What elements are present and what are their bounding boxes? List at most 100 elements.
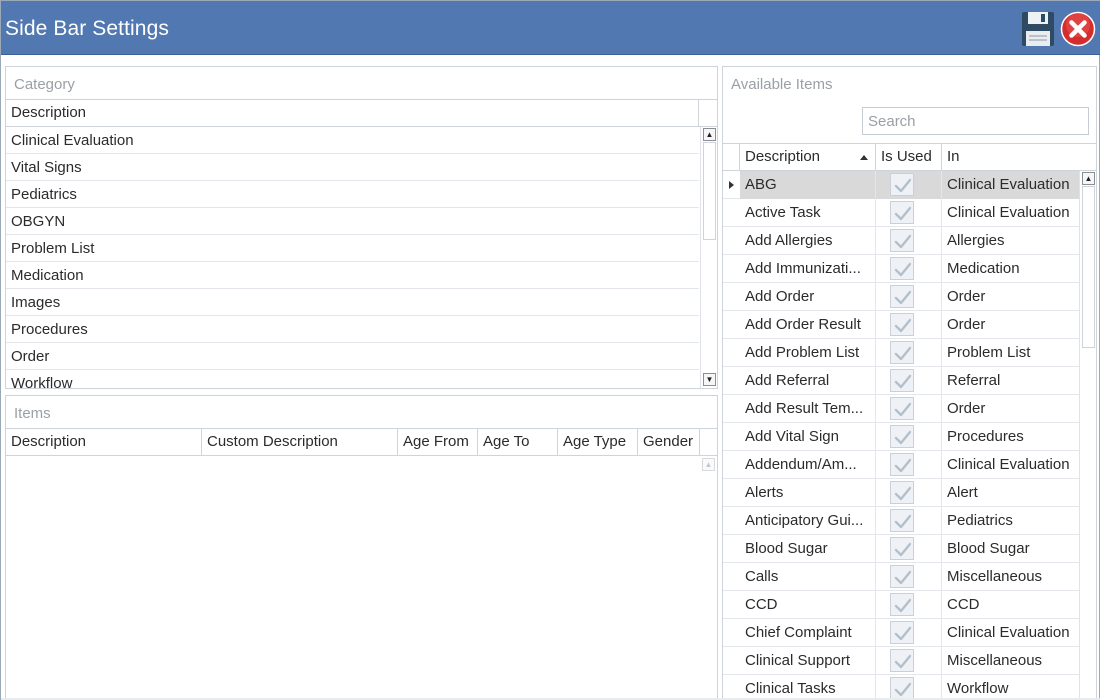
is-used-checkbox[interactable] [890, 257, 914, 280]
is-used-checkbox[interactable] [890, 649, 914, 672]
available-item-row[interactable]: Calls Miscellaneous [723, 563, 1079, 591]
available-item-row[interactable]: Add Order Order [723, 283, 1079, 311]
available-scrollbar[interactable]: ▲ [1079, 171, 1096, 700]
available-item-row[interactable]: CCD CCD [723, 591, 1079, 619]
scroll-down-arrow-icon[interactable]: ▼ [703, 373, 716, 386]
category-row[interactable]: Procedures [6, 316, 699, 343]
is-used-checkbox[interactable] [890, 621, 914, 644]
category-caption: Category [14, 76, 75, 93]
available-item-row[interactable]: Anticipatory Gui... Pediatrics [723, 507, 1079, 535]
is-used-checkbox[interactable] [890, 285, 914, 308]
scroll-thumb[interactable] [703, 142, 716, 240]
is-used-checkbox[interactable] [890, 593, 914, 616]
items-col-age-type[interactable]: Age Type [558, 429, 638, 455]
available-item-row[interactable]: Add Order Result Order [723, 311, 1079, 339]
is-used-checkbox[interactable] [890, 537, 914, 560]
checkmark-icon [894, 262, 912, 277]
checkmark-icon [894, 346, 912, 361]
checkmark-icon [894, 178, 912, 193]
checkmark-icon [894, 458, 912, 473]
is-used-checkbox[interactable] [890, 397, 914, 420]
search-input[interactable] [862, 107, 1089, 135]
available-item-description: Add Order [740, 283, 876, 311]
available-col-is-used[interactable]: Is Used [876, 144, 942, 170]
category-row[interactable]: Workflow [6, 370, 699, 388]
available-item-row[interactable]: Addendum/Am... Clinical Evaluation [723, 451, 1079, 479]
is-used-checkbox[interactable] [890, 173, 914, 196]
is-used-cell [876, 647, 942, 675]
available-item-row[interactable]: Alerts Alert [723, 479, 1079, 507]
available-items-panel: Available Items Description Is Used In A… [722, 66, 1097, 700]
category-row[interactable]: Medication [6, 262, 699, 289]
close-button[interactable] [1060, 11, 1096, 47]
category-row[interactable]: OBGYN [6, 208, 699, 235]
category-row[interactable]: Order [6, 343, 699, 370]
is-used-checkbox[interactable] [890, 425, 914, 448]
items-col-age-to[interactable]: Age To [478, 429, 558, 455]
available-item-row[interactable]: Chief Complaint Clinical Evaluation [723, 619, 1079, 647]
is-used-checkbox[interactable] [890, 201, 914, 224]
category-row[interactable]: Images [6, 289, 699, 316]
category-row-description: Pediatrics [11, 186, 77, 203]
category-row[interactable]: Vital Signs [6, 154, 699, 181]
available-item-row[interactable]: Clinical Support Miscellaneous [723, 647, 1079, 675]
available-item-row[interactable]: Add Result Tem... Order [723, 395, 1079, 423]
available-item-row[interactable]: Add Immunizati... Medication [723, 255, 1079, 283]
is-used-cell [876, 227, 942, 255]
scroll-up-arrow-icon[interactable]: ▲ [702, 458, 715, 471]
save-button[interactable] [1020, 11, 1056, 47]
available-item-row[interactable]: Blood Sugar Blood Sugar [723, 535, 1079, 563]
is-used-checkbox[interactable] [890, 481, 914, 504]
is-used-checkbox[interactable] [890, 677, 914, 700]
available-item-description: Calls [740, 563, 876, 591]
items-grid-header: Description Custom Description Age From … [6, 428, 717, 456]
is-used-checkbox[interactable] [890, 509, 914, 532]
is-used-checkbox[interactable] [890, 565, 914, 588]
is-used-cell [876, 591, 942, 619]
is-used-cell [876, 171, 942, 199]
is-used-cell [876, 451, 942, 479]
category-panel: Category Description Clinical Evaluation… [5, 66, 718, 389]
category-col-description[interactable]: Description [6, 100, 699, 126]
is-used-checkbox[interactable] [890, 341, 914, 364]
items-col-description[interactable]: Description [6, 429, 202, 455]
is-used-cell [876, 255, 942, 283]
is-used-checkbox[interactable] [890, 229, 914, 252]
available-item-row[interactable]: ABG Clinical Evaluation [723, 171, 1079, 199]
is-used-cell [876, 395, 942, 423]
category-row-description: Vital Signs [11, 159, 82, 176]
items-col-age-from[interactable]: Age From [398, 429, 478, 455]
is-used-checkbox[interactable] [890, 453, 914, 476]
items-scrollbar[interactable]: ▲ [700, 456, 717, 700]
available-item-row[interactable]: Add Vital Sign Procedures [723, 423, 1079, 451]
available-item-description: Addendum/Am... [740, 451, 876, 479]
is-used-cell [876, 479, 942, 507]
available-col-description[interactable]: Description [740, 144, 876, 170]
items-col-custom-description[interactable]: Custom Description [202, 429, 398, 455]
scroll-thumb[interactable] [1082, 186, 1095, 348]
category-row[interactable]: Problem List [6, 235, 699, 262]
available-item-row[interactable]: Clinical Tasks Workflow [723, 675, 1079, 700]
available-item-row[interactable]: Active Task Clinical Evaluation [723, 199, 1079, 227]
available-item-row[interactable]: Add Referral Referral [723, 367, 1079, 395]
available-item-in: CCD [947, 596, 980, 613]
available-col-in[interactable]: In [942, 144, 1079, 170]
available-item-in: Blood Sugar [947, 540, 1030, 557]
scroll-up-arrow-icon[interactable]: ▲ [1082, 172, 1095, 185]
category-row[interactable]: Pediatrics [6, 181, 699, 208]
available-item-in: Clinical Evaluation [947, 456, 1070, 473]
scroll-up-arrow-icon[interactable]: ▲ [703, 128, 716, 141]
available-item-in: Clinical Evaluation [947, 204, 1070, 221]
category-scrollbar[interactable]: ▲ ▼ [700, 127, 717, 388]
side-bar-settings-window: Side Bar Settings Category Description C… [0, 0, 1100, 700]
items-col-gender[interactable]: Gender [638, 429, 700, 455]
category-row-description: Procedures [11, 321, 88, 338]
is-used-checkbox[interactable] [890, 369, 914, 392]
available-item-description: Add Immunizati... [740, 255, 876, 283]
available-item-row[interactable]: Add Allergies Allergies [723, 227, 1079, 255]
available-item-row[interactable]: Add Problem List Problem List [723, 339, 1079, 367]
is-used-cell [876, 507, 942, 535]
is-used-checkbox[interactable] [890, 313, 914, 336]
available-item-description: Add Vital Sign [740, 423, 876, 451]
category-row[interactable]: Clinical Evaluation [6, 127, 699, 154]
